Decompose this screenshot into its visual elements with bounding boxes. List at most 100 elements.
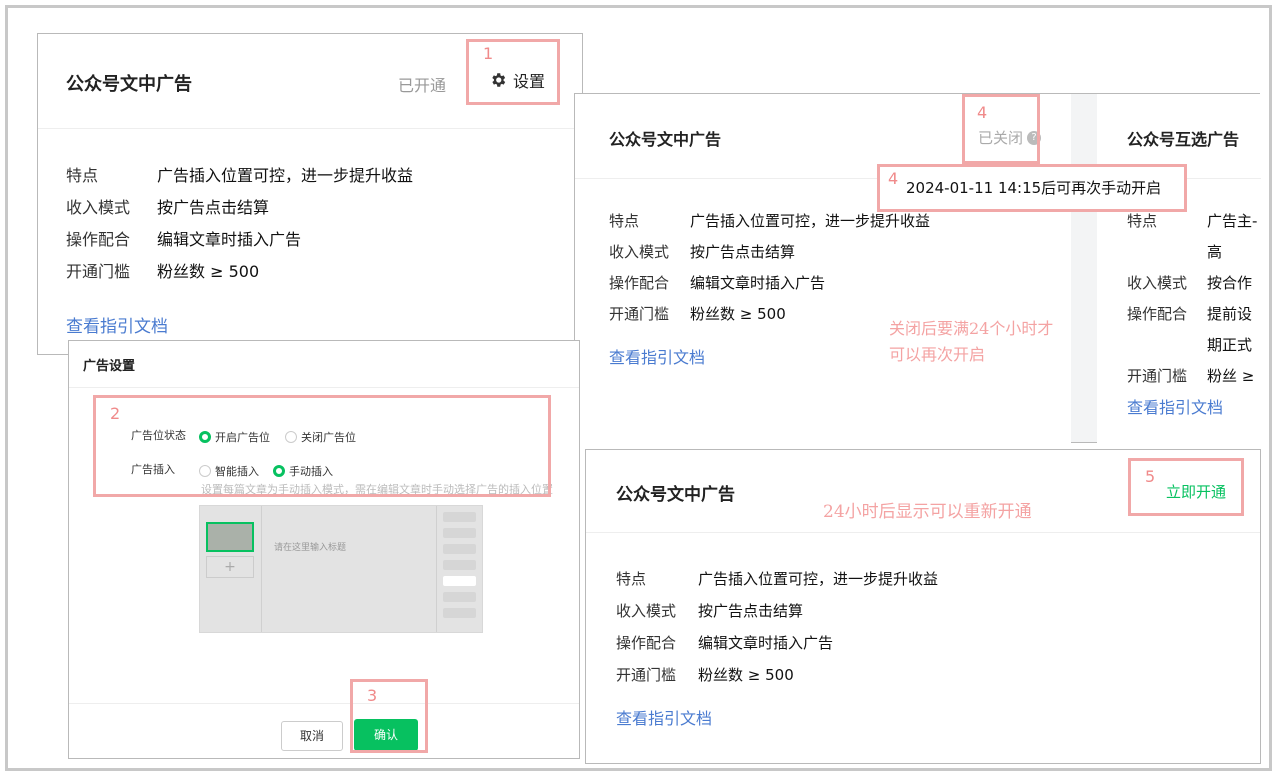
info-value: 广告插入位置可控，进一步提升收益 (157, 166, 414, 185)
card-ad-reopen: 公众号文中广告 24小时后显示可以重新开通 立即开通 特点 广告插入位置可控，进一… (585, 449, 1261, 764)
info-value: 广告主- (1207, 212, 1258, 230)
info-row: 收入模式 按广告点击结算 (609, 237, 930, 268)
info-value: 粉丝数 ≥ 500 (690, 305, 786, 323)
info-value: 按广告点击结算 (698, 602, 804, 620)
info-row: 开通门槛 粉丝 ≥ (1127, 361, 1257, 392)
info-value: 粉丝数 ≥ 500 (698, 666, 794, 684)
highlight-box-3: 3 (350, 679, 428, 753)
preview-tool-ad (443, 576, 476, 586)
info-row: 操作配合 编辑文章时插入广告 (609, 268, 930, 299)
preview-tool (443, 592, 476, 602)
highlight-box-2: 2 (93, 395, 551, 497)
info-key (1127, 330, 1207, 361)
tooltip-text: 2024-01-11 14:15后可再次手动开启 (906, 179, 1162, 197)
info-row: 特点 广告插入位置可控，进一步提升收益 (66, 160, 413, 192)
step-number: 4 (888, 169, 899, 188)
info-key (1127, 237, 1207, 268)
info-row: 开通门槛 粉丝数 ≥ 500 (616, 659, 938, 691)
divider (69, 387, 579, 388)
info-key: 特点 (66, 166, 99, 185)
step-number: 1 (483, 44, 494, 63)
step-number: 2 (110, 404, 121, 423)
info-key: 操作配合 (616, 634, 677, 652)
info-row: 收入模式 按合作 (1127, 268, 1257, 299)
guide-link[interactable]: 查看指引文档 (1127, 394, 1223, 418)
preview-tool (443, 528, 476, 538)
info-list: 特点 广告插入位置可控，进一步提升收益 收入模式 按广告点击结算 操作配合 编辑文章时… (609, 206, 930, 330)
highlight-box-5: 5 (1128, 458, 1244, 516)
info-row: 期正式 (1127, 330, 1257, 361)
step-number: 4 (977, 103, 988, 122)
divider (69, 703, 579, 704)
info-row: 特点 广告插入位置可控，进一步提升收益 (616, 563, 938, 595)
cancel-button[interactable]: 取消 (281, 721, 343, 751)
preview-tool (443, 544, 476, 554)
info-row: 高 (1127, 237, 1257, 268)
highlight-box-4: 4 (962, 94, 1040, 164)
preview-tool (443, 512, 476, 522)
guide-link[interactable]: 查看指引文档 (66, 312, 168, 337)
info-key: 操作配合 (609, 274, 670, 292)
dialog-title: 广告设置 (83, 359, 136, 374)
divider (586, 532, 1260, 533)
highlight-box-1: 1 (466, 39, 560, 105)
card-mutual-select: 公众号互选广告 特点 广告主- 高 收入模式 按合作 操作配合 提前设 期正式 开通门… (1097, 94, 1261, 444)
info-key: 开通门槛 (609, 305, 670, 323)
step-number: 5 (1145, 467, 1156, 486)
info-value: 高 (1207, 243, 1223, 261)
info-list: 特点 广告主- 高 收入模式 按合作 操作配合 提前设 期正式 开通门槛 粉丝 ≥ (1127, 206, 1257, 392)
card-title: 公众号互选广告 (1127, 130, 1240, 149)
info-value: 按广告点击结算 (157, 198, 270, 217)
info-key: 收入模式 (66, 198, 131, 217)
info-value: 期正式 (1207, 336, 1253, 354)
info-row: 开通门槛 粉丝数 ≥ 500 (66, 256, 413, 288)
preview-title-placeholder: 请在这里输入标题 (274, 543, 347, 553)
info-key: 特点 (609, 212, 640, 230)
info-row: 操作配合 编辑文章时插入广告 (616, 627, 938, 659)
guide-link[interactable]: 查看指引文档 (616, 705, 712, 729)
info-value: 广告插入位置可控，进一步提升收益 (698, 570, 939, 588)
info-row: 收入模式 按广告点击结算 (616, 595, 938, 627)
info-value: 编辑文章时插入广告 (157, 230, 302, 249)
preview-thumbnail (206, 522, 254, 552)
info-key: 开通门槛 (66, 262, 131, 281)
reopen-tooltip: 4 2024-01-11 14:15后可再次手动开启 (877, 164, 1187, 212)
info-row: 收入模式 按广告点击结算 (66, 192, 413, 224)
info-key: 操作配合 (1127, 305, 1188, 323)
ad-settings-dialog: 广告设置 广告位状态 开启广告位 关闭广告位 广告插入 智能插入 手动插入 设置… (68, 340, 580, 759)
divider (38, 128, 582, 129)
info-key: 开通门槛 (616, 666, 677, 684)
status-badge: 已开通 (398, 76, 447, 95)
info-list: 特点 广告插入位置可控，进一步提升收益 收入模式 按广告点击结算 操作配合 编辑文章时… (66, 160, 413, 288)
card-title: 公众号文中广告 (609, 130, 722, 149)
step-number: 3 (367, 686, 378, 705)
preview-tool (443, 608, 476, 618)
preview-tool (443, 560, 476, 570)
preview-toolbar (436, 506, 482, 632)
preview-sidebar: + (200, 506, 262, 632)
info-value: 提前设 (1207, 305, 1253, 323)
info-value: 按广告点击结算 (690, 243, 796, 261)
info-list: 特点 广告插入位置可控，进一步提升收益 收入模式 按广告点击结算 操作配合 编辑文章时… (616, 563, 938, 691)
info-key: 收入模式 (1127, 274, 1188, 292)
info-key: 操作配合 (66, 230, 131, 249)
info-row: 开通门槛 粉丝数 ≥ 500 (609, 299, 930, 330)
card-ad-closed: 公众号文中广告 已关闭 ? 特点 广告插入位置可控，进一步提升收益 收入模式 按广告… (575, 94, 1071, 444)
annotation-note: 24小时后显示可以重新开通 (823, 502, 1032, 522)
info-value: 粉丝 ≥ (1207, 367, 1255, 385)
guide-link[interactable]: 查看指引文档 (609, 344, 705, 368)
info-row: 操作配合 编辑文章时插入广告 (66, 224, 413, 256)
info-key: 开通门槛 (1127, 367, 1188, 385)
card-title: 公众号文中广告 (66, 74, 192, 95)
card-group-closed: 公众号文中广告 已关闭 ? 特点 广告插入位置可控，进一步提升收益 收入模式 按广告… (574, 93, 1261, 444)
info-value: 按合作 (1207, 274, 1253, 292)
info-row: 操作配合 提前设 (1127, 299, 1257, 330)
info-key: 收入模式 (616, 602, 677, 620)
info-value: 编辑文章时插入广告 (690, 274, 826, 292)
annotation-note: 关闭后要满24个小时才 可以再次开启 (889, 316, 1109, 368)
card-ad-open: 公众号文中广告 已开通 设置 特点 广告插入位置可控，进一步提升收益 收入模式 按广… (37, 33, 583, 355)
note-line: 可以再次开启 (889, 345, 986, 364)
note-line: 关闭后要满24个小时才 (889, 319, 1054, 338)
card-title: 公众号文中广告 (616, 485, 735, 505)
info-key: 特点 (616, 570, 647, 588)
